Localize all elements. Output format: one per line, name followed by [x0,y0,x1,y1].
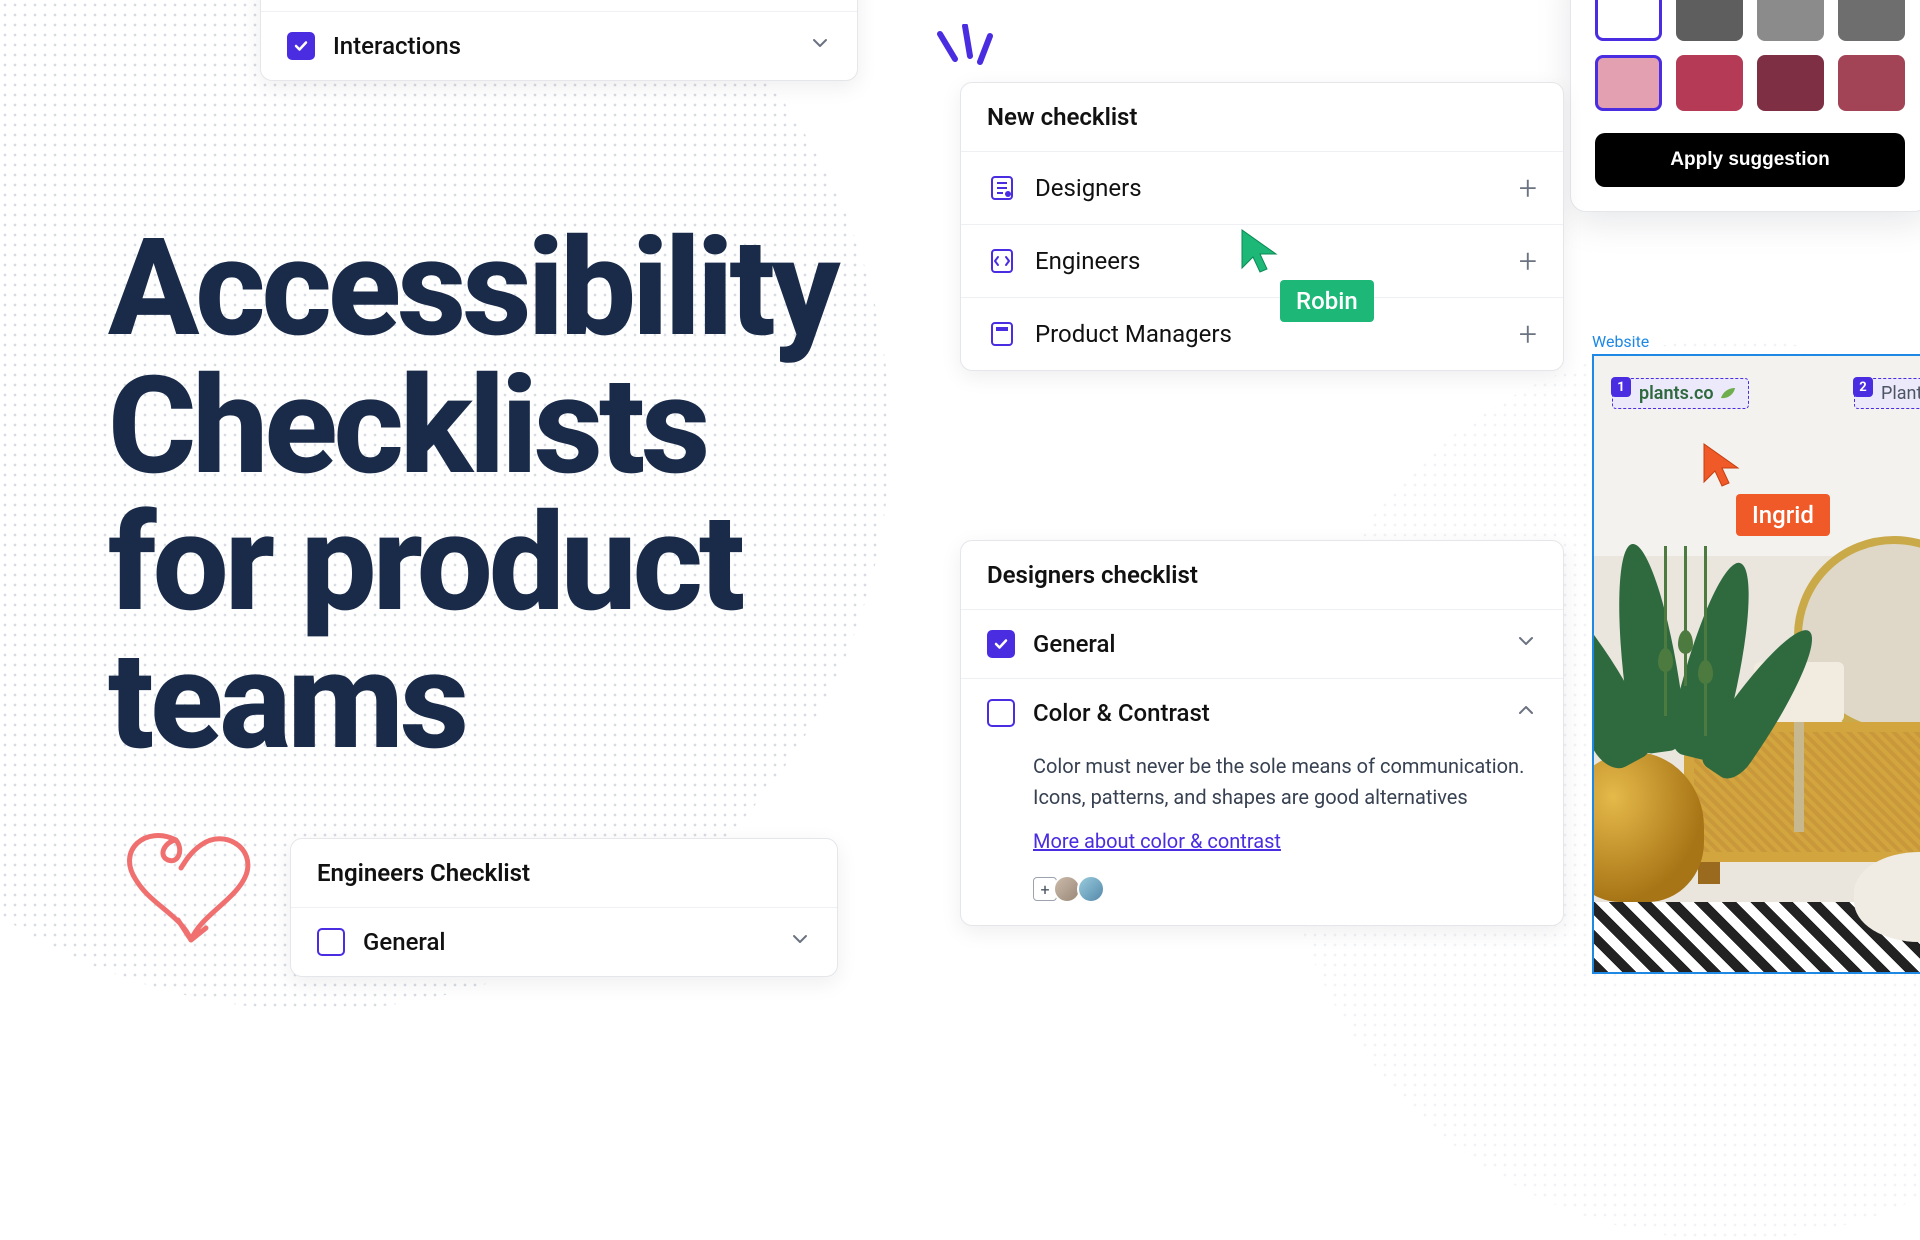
role-label: Engineers [1035,247,1140,275]
avatar-row: + [261,0,857,11]
tab-number-badge: 1 [1611,377,1631,397]
checklist-item-label: General [363,928,446,956]
checklist-item-link-wrap: More about color & contrast [961,829,1563,869]
leaf-icon [1718,385,1738,401]
apply-suggestion-button[interactable]: Apply suggestion [1595,133,1905,187]
checklist-item-color-contrast[interactable]: Color & Contrast [961,678,1563,747]
role-row-product-managers[interactable]: Product Managers + [961,297,1563,370]
chevron-down-icon [809,32,831,60]
designers-checklist-card: Designers checklist General Color & Cont… [960,540,1564,926]
checklist-item-label: General [1033,630,1116,658]
chevron-down-icon [789,928,811,956]
tab-order-tag-1[interactable]: 1 plants.co [1612,378,1749,409]
interactions-card: + Interactions [260,0,858,81]
heart-doodle-icon [106,820,276,990]
hero-line: Accessibility [108,209,836,367]
color-swatch[interactable] [1757,55,1824,111]
card-title: Designers checklist [961,541,1563,609]
role-label: Product Managers [1035,320,1232,348]
website-canvas[interactable]: 1 plants.co 2 Plants [1592,354,1920,974]
add-role-button[interactable]: + [1519,172,1537,204]
engineers-checklist-card: Engineers Checklist General [290,838,838,977]
chevron-up-icon [1515,699,1537,727]
tab-tag-label: plants.co [1639,383,1714,404]
add-role-button[interactable]: + [1519,318,1537,350]
role-row-designers[interactable]: Designers + [961,151,1563,224]
tab-number-badge: 2 [1853,377,1873,397]
collaborator-cursor-robin: Robin [1280,280,1374,322]
room-illustration [1594,556,1920,972]
website-preview-frame: Website 1 plants.co 2 Plants [1592,354,1920,974]
collaborator-name: Robin [1296,287,1358,315]
product-managers-icon [987,319,1017,349]
color-swatch[interactable] [1838,55,1905,111]
color-swatch[interactable] [1595,55,1662,111]
engineers-icon [987,246,1017,276]
cursor-arrow-icon [1238,226,1282,278]
checklist-item-label: Color & Contrast [1033,699,1210,727]
checkbox-icon[interactable] [317,928,345,956]
role-label: Designers [1035,174,1142,202]
color-swatch[interactable] [1676,0,1743,41]
cursor-arrow-icon [1700,440,1744,492]
card-title: New checklist [961,83,1563,151]
collaborator-name: Ingrid [1752,501,1814,529]
chevron-down-icon [1515,630,1537,658]
checklist-item-interactions[interactable]: Interactions [261,11,857,80]
avatar-row: + [961,869,1563,925]
checkbox-icon[interactable] [987,630,1015,658]
designers-icon [987,173,1017,203]
checkbox-icon[interactable] [987,699,1015,727]
swatch-row [1595,0,1905,41]
checklist-item-label: Interactions [333,32,461,60]
hero-line: Checklists [108,347,706,505]
checklist-item-general[interactable]: General [291,907,837,976]
card-title: Engineers Checklist [291,839,837,907]
hero-heading: Accessibility Checklists for product tea… [108,220,836,771]
avatar [1077,875,1105,903]
hero-line: teams [108,622,465,780]
tab-order-tag-2[interactable]: 2 Plants [1854,378,1920,409]
color-swatch[interactable] [1757,0,1824,41]
collaborator-cursor-ingrid: Ingrid [1736,494,1830,536]
hero-line: for product [108,484,741,642]
checklist-item-general[interactable]: General [961,609,1563,678]
checklist-item-description: Color must never be the sole means of co… [961,747,1563,829]
color-swatch[interactable] [1676,55,1743,111]
swatch-row [1595,55,1905,111]
color-swatch[interactable] [1595,0,1662,41]
more-about-link[interactable]: More about color & contrast [1033,829,1281,853]
checkbox-icon[interactable] [287,32,315,60]
color-swatch[interactable] [1838,0,1905,41]
color-suggestion-panel: Apply suggestion [1570,0,1920,212]
frame-label: Website [1592,332,1649,351]
add-role-button[interactable]: + [1519,245,1537,277]
tab-tag-label: Plants [1881,383,1920,404]
